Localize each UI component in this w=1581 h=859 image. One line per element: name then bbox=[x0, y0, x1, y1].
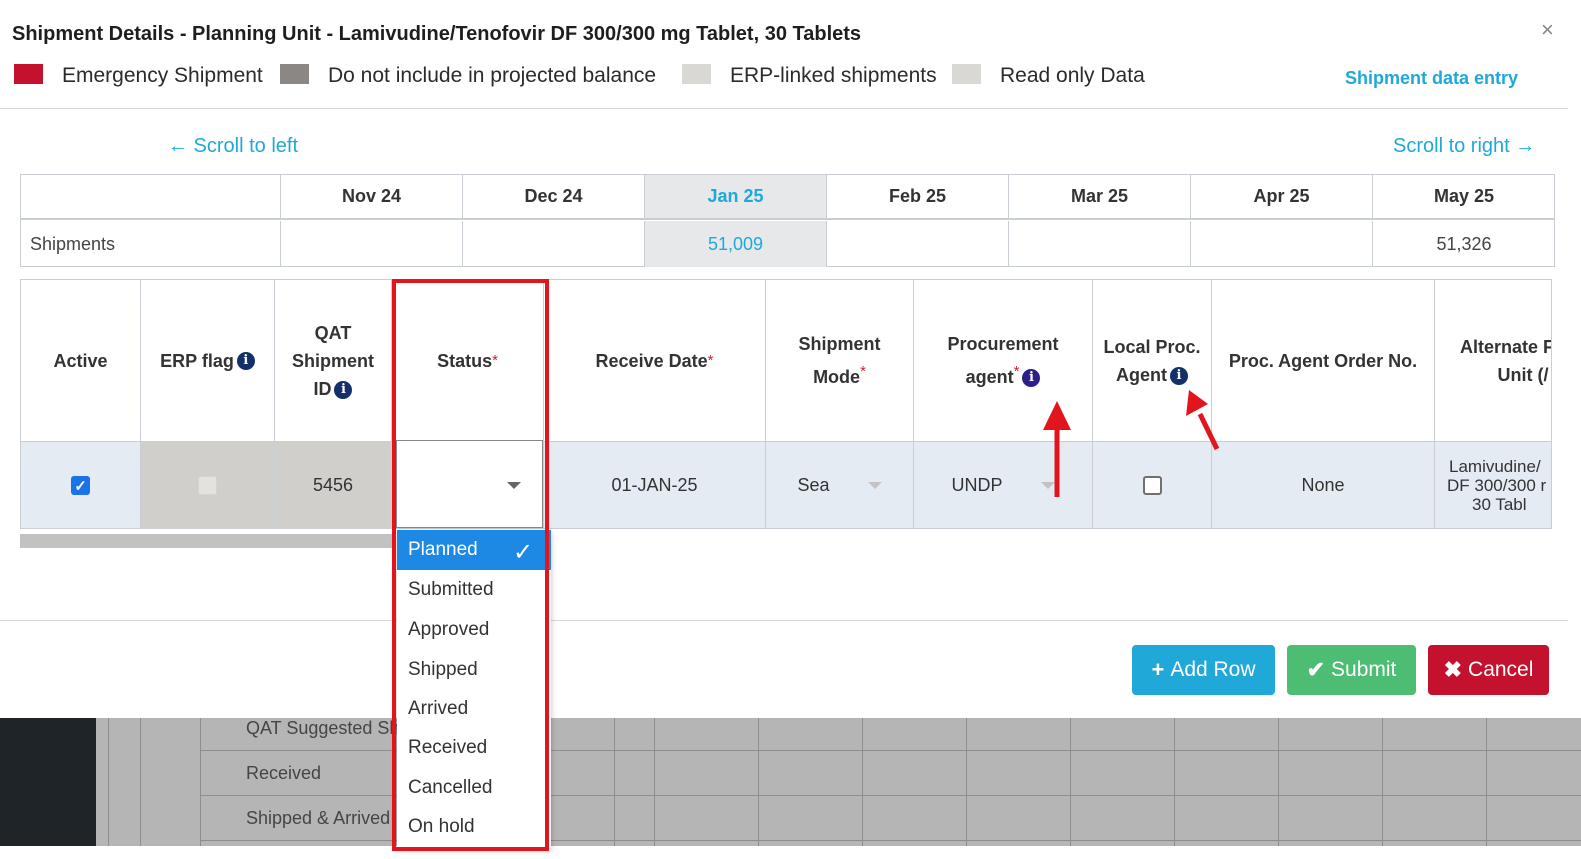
background-strip bbox=[0, 846, 1581, 859]
month-header-current[interactable]: Jan 25 bbox=[645, 175, 827, 220]
month-header[interactable]: Mar 25 bbox=[1009, 175, 1191, 220]
info-icon[interactable]: i bbox=[1022, 369, 1041, 388]
col-header-receive-date: Receive Date * bbox=[544, 280, 766, 441]
not-included-swatch bbox=[280, 64, 309, 84]
shipment-month-value[interactable] bbox=[281, 221, 463, 267]
month-header[interactable]: May 25 bbox=[1373, 175, 1555, 220]
col-header-erp-flag: ERP flag i bbox=[141, 280, 275, 441]
col-header-shipment-mode: Shipment Mode* bbox=[766, 280, 914, 441]
scroll-right-link[interactable]: Scroll to right → bbox=[1393, 135, 1535, 158]
shipment-month-value-current[interactable]: 51,009 bbox=[645, 221, 827, 267]
info-icon[interactable]: i bbox=[236, 351, 255, 370]
col-header-status: Status * bbox=[392, 280, 544, 441]
chevron-down-icon bbox=[867, 482, 882, 489]
qat-id-cell: 5456 bbox=[275, 441, 392, 528]
active-checkbox[interactable]: ✓ bbox=[71, 476, 90, 495]
scroll-left-link[interactable]: ← Scroll to left bbox=[168, 135, 298, 158]
divider bbox=[0, 620, 1568, 621]
col-header-alternate-unit: Alternate F Unit (/ bbox=[1460, 336, 1552, 385]
col-header-order-no: Proc. Agent Order No. bbox=[1212, 280, 1435, 441]
divider bbox=[0, 108, 1568, 109]
background-row-label: Received bbox=[246, 763, 322, 783]
emergency-swatch bbox=[14, 64, 43, 84]
local-proc-agent-cell[interactable] bbox=[1093, 441, 1212, 528]
status-option-received[interactable]: Received bbox=[397, 728, 551, 768]
background-row-label: Shipped & Arrived bbox=[246, 808, 391, 828]
status-option-arrived[interactable]: Arrived bbox=[397, 689, 551, 729]
shipment-month-value[interactable] bbox=[463, 221, 645, 267]
active-cell[interactable]: ✓ bbox=[21, 441, 141, 528]
horizontal-scrollbar[interactable] bbox=[20, 534, 396, 548]
status-option-cancelled[interactable]: Cancelled bbox=[397, 768, 551, 808]
col-header-qat-id: QAT Shipment ID i bbox=[275, 280, 392, 441]
col-header-procurement-agent: Procurement agent* i bbox=[914, 280, 1093, 441]
erp-linked-swatch bbox=[682, 64, 711, 84]
month-header[interactable]: Nov 24 bbox=[281, 175, 463, 220]
submit-button[interactable]: ✔ Submit bbox=[1287, 645, 1416, 695]
legend-label: Emergency Shipment bbox=[62, 64, 263, 87]
chevron-down-icon bbox=[507, 482, 521, 489]
shipment-mode-cell[interactable]: Sea bbox=[766, 441, 914, 528]
background-app: QAT Suggested Sh Received Shipped & Arri… bbox=[0, 718, 1581, 859]
background-row-label: QAT Suggested Sh bbox=[246, 718, 400, 738]
shipment-month-value[interactable] bbox=[1191, 221, 1373, 267]
shipment-details-modal: Shipment Details - Planning Unit - Lamiv… bbox=[0, 0, 1568, 718]
col-header-local-proc-agent: Local Proc. Agent i bbox=[1093, 280, 1212, 441]
shipments-row-label: Shipments bbox=[21, 221, 281, 267]
status-dropdown: Planned ✓ Submitted Approved Shipped Arr… bbox=[397, 530, 551, 848]
add-row-button[interactable]: + Add Row bbox=[1132, 645, 1275, 695]
info-icon[interactable]: i bbox=[334, 380, 353, 399]
shipment-month-value[interactable] bbox=[827, 221, 1009, 267]
month-header[interactable]: Apr 25 bbox=[1191, 175, 1373, 220]
month-header[interactable]: Dec 24 bbox=[463, 175, 645, 220]
status-option-shipped[interactable]: Shipped bbox=[397, 650, 551, 690]
legend-label: ERP-linked shipments bbox=[730, 64, 937, 87]
status-option-on-hold[interactable]: On hold bbox=[397, 807, 551, 847]
check-icon: ✔ bbox=[1306, 657, 1326, 682]
background-sidebar bbox=[0, 718, 96, 846]
col-header-active: Active bbox=[21, 280, 141, 441]
status-option-planned[interactable]: Planned ✓ bbox=[397, 530, 551, 570]
shipment-grid: Active ERP flag i QAT Shipment ID i Status… bbox=[20, 279, 1552, 529]
close-icon[interactable]: × bbox=[1541, 17, 1554, 43]
local-proc-agent-checkbox[interactable] bbox=[1142, 476, 1162, 495]
shipment-month-value[interactable] bbox=[1009, 221, 1191, 267]
cancel-button[interactable]: ✖ Cancel bbox=[1428, 645, 1549, 695]
order-no-cell[interactable]: None bbox=[1212, 441, 1435, 528]
info-icon[interactable]: i bbox=[1170, 366, 1188, 385]
read-only-swatch bbox=[952, 64, 981, 84]
status-option-submitted[interactable]: Submitted bbox=[397, 570, 551, 610]
erp-flag-cell bbox=[141, 441, 275, 528]
modal-title: Shipment Details - Planning Unit - Lamiv… bbox=[12, 23, 862, 45]
shipment-month-value[interactable]: 51,326 bbox=[1373, 221, 1555, 267]
status-option-approved[interactable]: Approved bbox=[397, 610, 551, 650]
alternate-unit-cell[interactable]: Lamivudine/ DF 300/300 r 30 Tabl bbox=[1435, 441, 1551, 528]
check-icon: ✓ bbox=[513, 539, 534, 566]
receive-date-cell[interactable]: 01-JAN-25 bbox=[544, 441, 766, 528]
legend-label: Do not include in projected balance bbox=[328, 64, 657, 87]
close-icon: ✖ bbox=[1443, 657, 1463, 682]
erp-flag-checkbox bbox=[198, 476, 217, 495]
chevron-down-icon bbox=[1040, 482, 1055, 489]
shipment-data-entry-link[interactable]: Shipment data entry bbox=[1345, 68, 1518, 89]
month-header[interactable]: Feb 25 bbox=[827, 175, 1009, 220]
status-select[interactable] bbox=[396, 440, 543, 528]
month-corner-cell bbox=[21, 175, 281, 220]
month-summary-table: Nov 24 Dec 24 Jan 25 Feb 25 Mar 25 Apr 2… bbox=[20, 174, 1555, 267]
legend-label: Read only Data bbox=[1000, 64, 1145, 87]
plus-icon: + bbox=[1151, 657, 1165, 682]
procurement-agent-cell[interactable]: UNDP bbox=[914, 441, 1093, 528]
